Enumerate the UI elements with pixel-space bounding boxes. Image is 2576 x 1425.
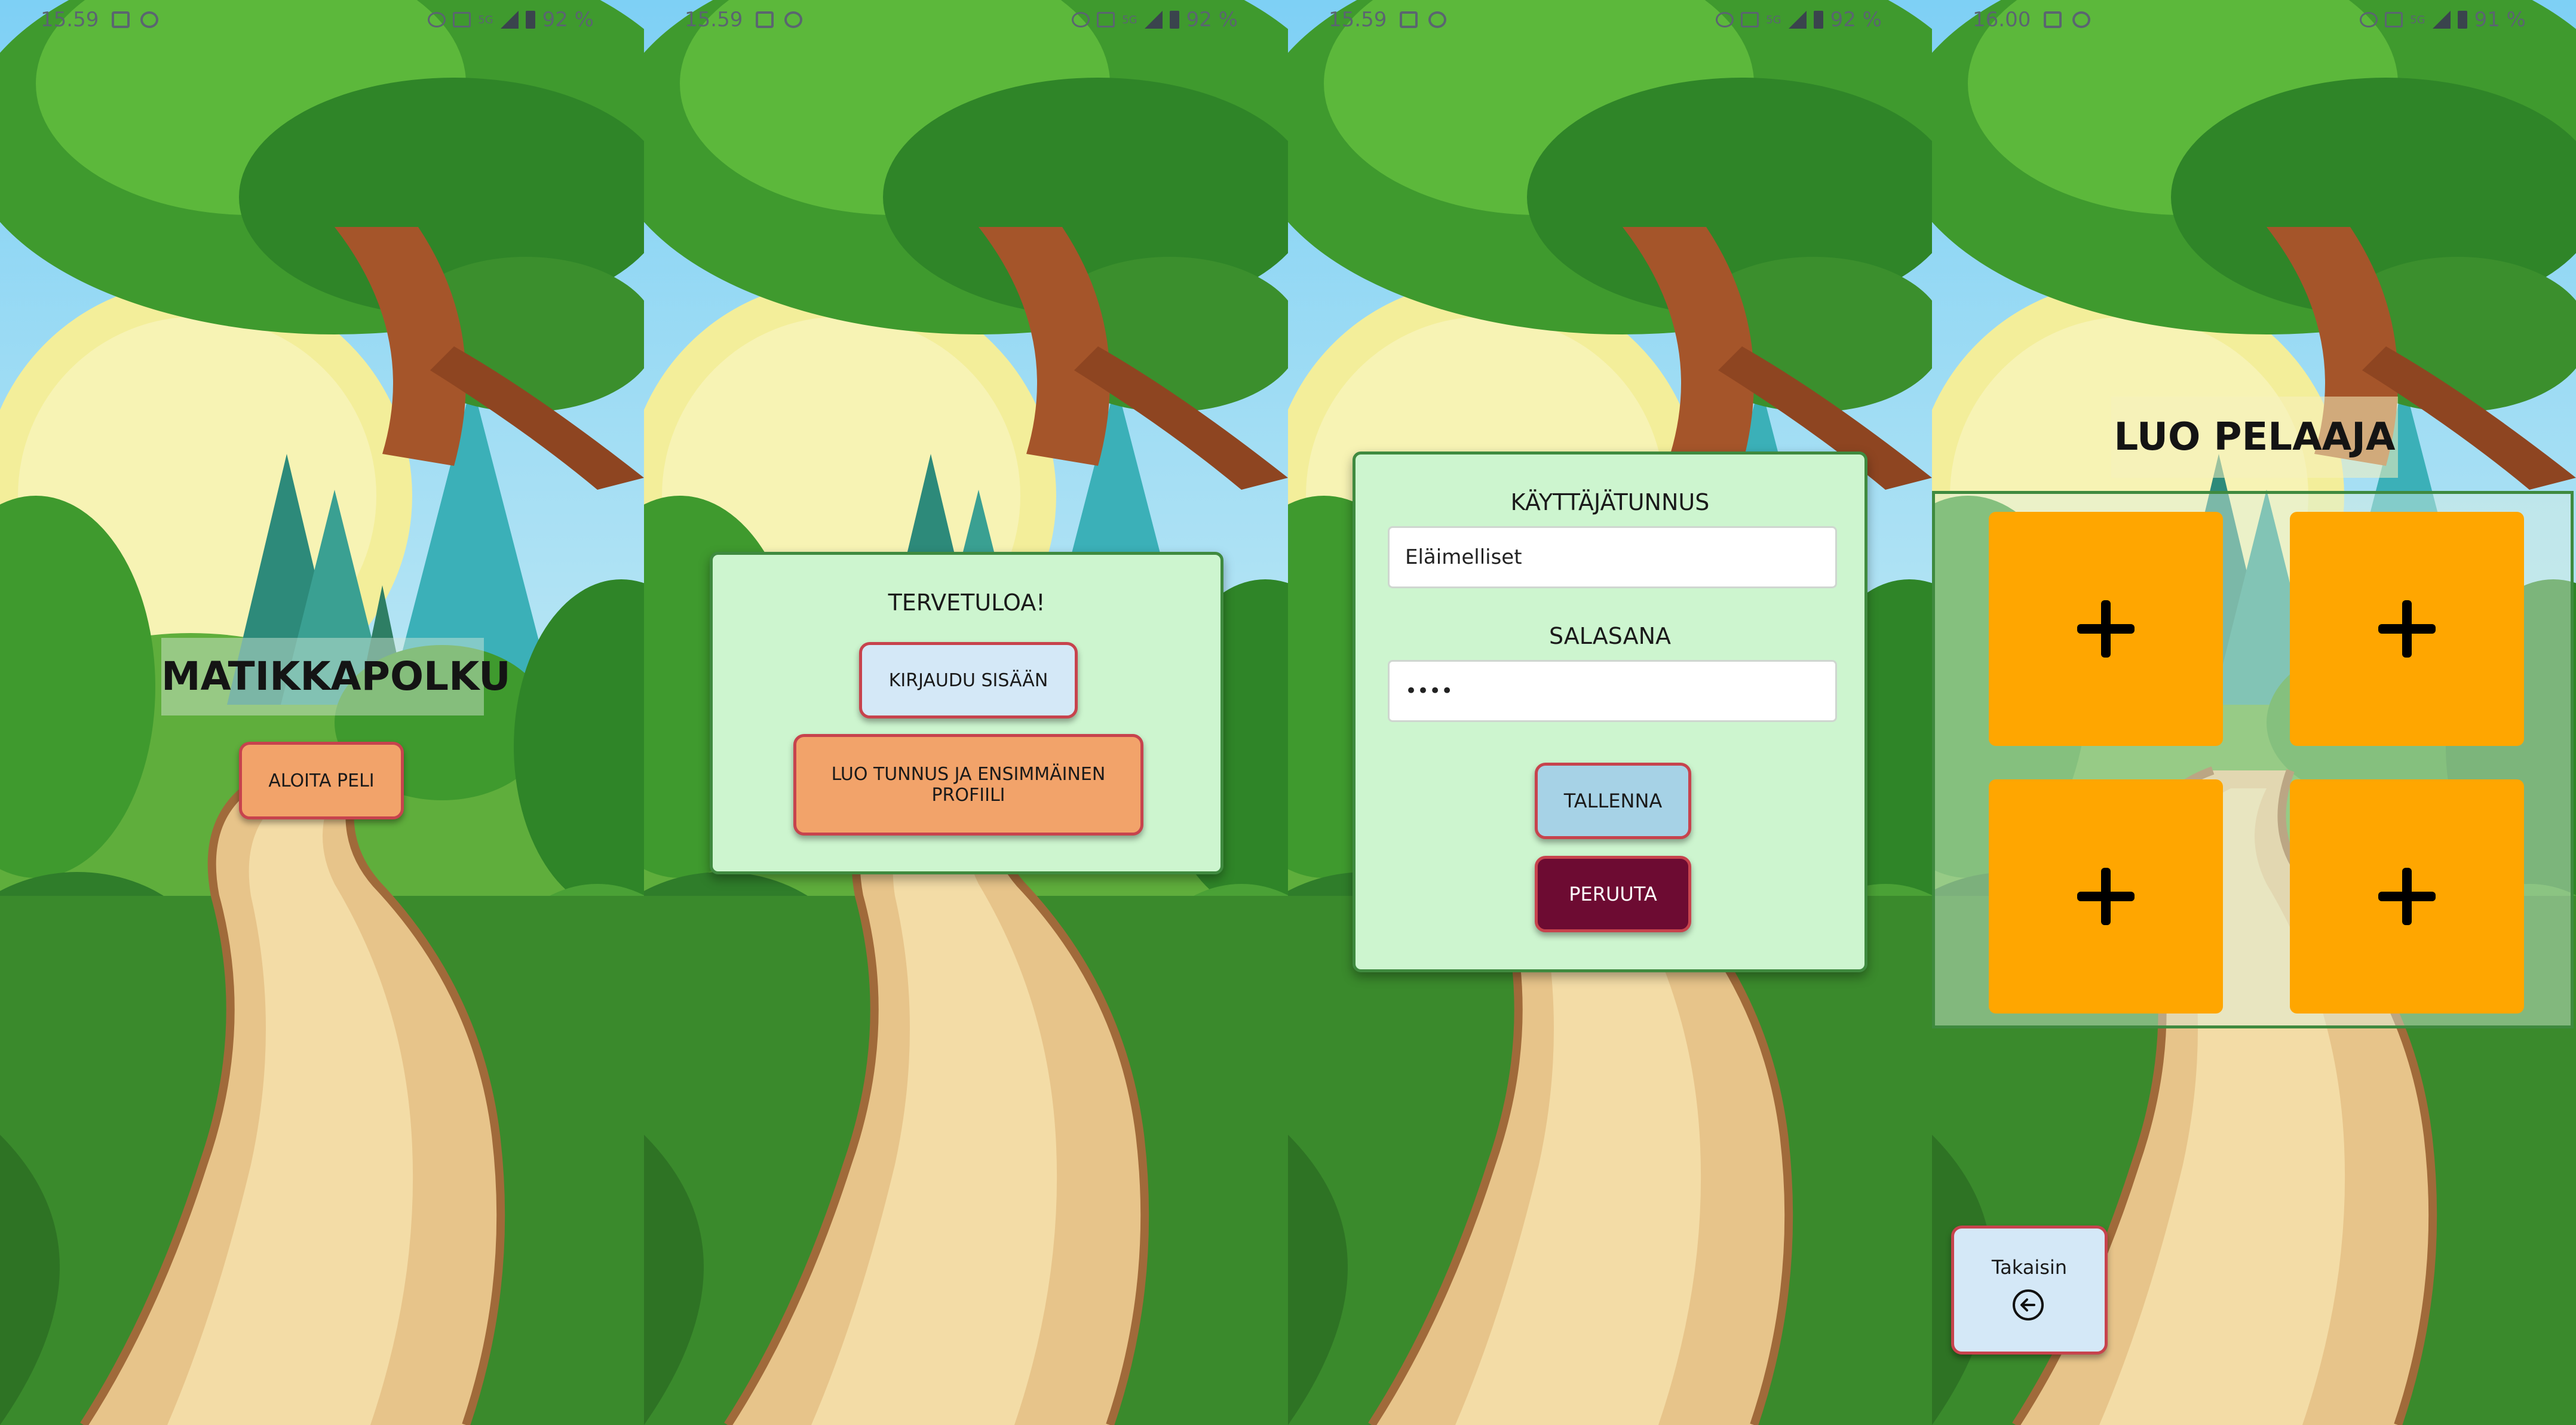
app-icon <box>784 11 803 28</box>
player-slot[interactable] <box>1989 779 2223 1014</box>
network-type: 5G <box>478 13 493 26</box>
app-icon <box>140 11 159 28</box>
status-time: 15.59 <box>685 8 743 32</box>
signal-icon <box>1144 11 1163 29</box>
login-button[interactable]: KIRJAUDU SISÄÄN <box>859 642 1078 718</box>
screen-create-player: 16.00 5G 91 % LUO PELAAJA Takaisin <box>1932 0 2576 1425</box>
back-arrow-icon <box>2013 1289 2044 1320</box>
alarm-icon <box>1716 12 1734 27</box>
signal-icon <box>2432 11 2451 29</box>
screen-start: 15.59 5G 92 % MATIKKAPOLKU ALOITA PELI <box>0 0 644 1425</box>
welcome-panel: TERVETULOA! KIRJAUDU SISÄÄN LUO TUNNUS J… <box>710 552 1223 874</box>
battery-icon <box>525 11 535 29</box>
status-time: 16.00 <box>1973 8 2031 32</box>
battery-icon <box>1813 11 1823 29</box>
app-icon <box>2072 11 2091 28</box>
network-type: 5G <box>1766 13 1781 26</box>
back-button[interactable]: Takaisin <box>1951 1226 2108 1355</box>
network-type: 5G <box>1122 13 1137 26</box>
plus-icon <box>2378 868 2436 925</box>
create-account-button[interactable]: LUO TUNNUS JA ENSIMMÄINEN PROFIILI <box>793 734 1143 836</box>
alarm-icon <box>2360 12 2378 27</box>
password-field[interactable]: •••• <box>1388 660 1837 722</box>
status-time: 15.59 <box>1329 8 1387 32</box>
status-bar: 16.00 5G 91 % <box>1932 0 2576 39</box>
battery-level: 92 % <box>1186 8 1238 32</box>
status-bar: 15.59 5G 92 % <box>644 0 1288 39</box>
player-slot-grid <box>1932 491 2574 1028</box>
start-game-button[interactable]: ALOITA PELI <box>239 742 404 819</box>
plus-icon <box>2378 600 2436 658</box>
create-player-title: LUO PELAAJA <box>2111 397 2398 478</box>
game-title: MATIKKAPOLKU <box>161 638 511 715</box>
status-bar: 15.59 5G 92 % <box>1288 0 1932 39</box>
image-icon <box>2044 11 2062 28</box>
username-field[interactable]: Eläimelliset <box>1388 526 1837 588</box>
image-icon <box>1400 11 1418 28</box>
plus-icon <box>2077 600 2135 658</box>
cast-icon <box>1741 12 1759 27</box>
welcome-title: TERVETULOA! <box>888 589 1045 616</box>
battery-level: 91 % <box>2474 8 2526 32</box>
save-button[interactable]: TALLENNA <box>1535 763 1691 839</box>
back-button-label: Takaisin <box>1991 1256 2068 1279</box>
cast-icon <box>2385 12 2403 27</box>
player-slot[interactable] <box>1989 512 2223 746</box>
battery-level: 92 % <box>542 8 594 32</box>
battery-level: 92 % <box>1830 8 1882 32</box>
alarm-icon <box>428 12 446 27</box>
player-slot[interactable] <box>2290 512 2524 746</box>
image-icon <box>112 11 130 28</box>
username-label: KÄYTTÄJÄTUNNUS <box>1510 489 1710 515</box>
battery-icon <box>1169 11 1179 29</box>
image-icon <box>756 11 774 28</box>
signal-icon <box>1788 11 1807 29</box>
network-type: 5G <box>2410 13 2425 26</box>
player-slot[interactable] <box>2290 779 2524 1014</box>
screen-welcome: 15.59 5G 92 % TERVETULOA! KIRJAUDU SISÄÄ… <box>644 0 1288 1425</box>
screen-login: 15.59 5G 92 % KÄYTTÄJÄTUNNUS Eläimellise… <box>1288 0 1932 1425</box>
app-icon <box>1428 11 1447 28</box>
cancel-button[interactable]: PERUUTA <box>1535 856 1691 932</box>
cast-icon <box>453 12 471 27</box>
password-label: SALASANA <box>1548 623 1672 649</box>
cast-icon <box>1097 12 1115 27</box>
status-bar: 15.59 5G 92 % <box>0 0 644 39</box>
status-time: 15.59 <box>41 8 99 32</box>
plus-icon <box>2077 868 2135 925</box>
login-panel: KÄYTTÄJÄTUNNUS Eläimelliset SALASANA •••… <box>1353 452 1867 972</box>
battery-icon <box>2457 11 2467 29</box>
signal-icon <box>500 11 519 29</box>
alarm-icon <box>1072 12 1090 27</box>
